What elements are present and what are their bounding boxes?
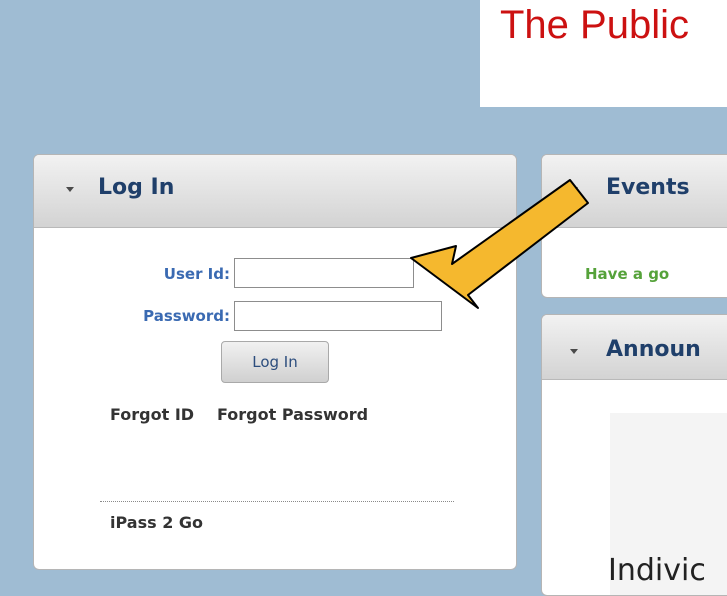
announcements-panel-header[interactable]: Announ xyxy=(542,315,727,380)
login-panel: Log In User Id: Password: Log In Forgot … xyxy=(33,154,517,570)
login-panel-title: Log In xyxy=(98,175,175,200)
password-input[interactable] xyxy=(234,301,442,331)
collapse-icon[interactable] xyxy=(66,187,74,192)
announcements-panel-title: Announ xyxy=(606,337,701,362)
collapse-icon[interactable] xyxy=(570,187,578,192)
events-panel: Events Have a go xyxy=(541,154,727,298)
announcements-panel: Announ Indivic xyxy=(541,314,727,596)
events-panel-title: Events xyxy=(606,175,690,200)
ipass-2-go-link[interactable]: iPass 2 Go xyxy=(110,513,203,532)
events-panel-header[interactable]: Events xyxy=(542,155,727,228)
login-button[interactable]: Log In xyxy=(221,341,329,383)
site-title: The Public xyxy=(500,3,689,47)
announcement-text: Indivic xyxy=(608,553,706,588)
user-id-input[interactable] xyxy=(234,258,414,288)
events-message: Have a go xyxy=(585,265,670,283)
password-label: Password: xyxy=(143,307,230,325)
divider xyxy=(100,501,454,502)
forgot-password-link[interactable]: Forgot Password xyxy=(217,405,368,424)
user-id-label: User Id: xyxy=(163,265,230,283)
header-banner: The Public xyxy=(480,0,727,107)
forgot-id-link[interactable]: Forgot ID xyxy=(110,405,194,424)
collapse-icon[interactable] xyxy=(570,349,578,354)
login-panel-header[interactable]: Log In xyxy=(34,155,516,228)
